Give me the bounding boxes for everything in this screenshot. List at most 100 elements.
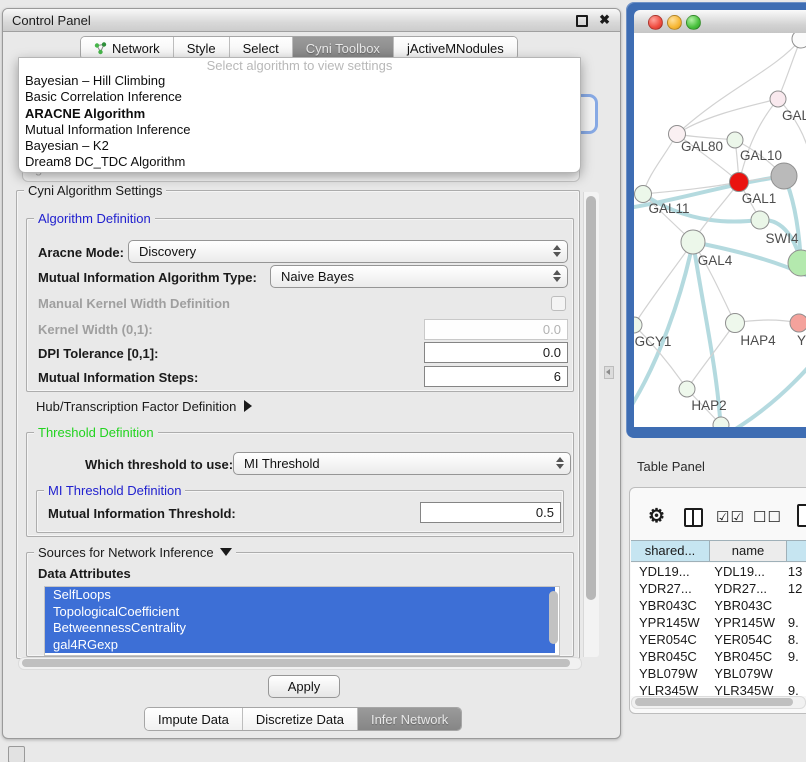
kernel-width-field[interactable]: 0.0: [424, 319, 568, 340]
float-window-icon[interactable]: [576, 15, 588, 27]
close-icon[interactable]: ✖: [599, 12, 610, 28]
bottom-tab-infer-network[interactable]: Infer Network: [358, 708, 461, 730]
dock-mini-icon[interactable]: [8, 746, 25, 762]
table-row[interactable]: YBR045CYBR045C9.: [631, 648, 806, 665]
network-node[interactable]: [771, 163, 797, 189]
table-hscrollbar-thumb[interactable]: [635, 698, 793, 706]
column-header-name[interactable]: name: [710, 540, 787, 562]
network-node[interactable]: [788, 250, 806, 276]
attribute-item-gal4rgexp[interactable]: gal4RGexp: [45, 637, 555, 654]
attribute-item-selfloops[interactable]: SelfLoops: [45, 587, 555, 604]
apply-button[interactable]: Apply: [268, 675, 340, 698]
aracne-mode-value: Discovery: [139, 244, 196, 259]
node-label-gal1: GAL1: [742, 191, 777, 206]
algorithm-option-bayesian-hill-climbing[interactable]: Bayesian – Hill Climbing: [19, 73, 580, 89]
mi-steps-label: Mutual Information Steps:: [38, 370, 198, 385]
column-header-partial[interactable]: [787, 540, 806, 562]
sources-toggle[interactable]: Sources for Network Inference: [34, 546, 236, 559]
node-label-gal11: GAL11: [648, 201, 689, 216]
table-cell: YBR043C: [706, 597, 780, 614]
network-node-gal1[interactable]: [730, 173, 749, 192]
network-node-swi4[interactable]: [751, 211, 769, 229]
network-node-gal4[interactable]: [681, 230, 705, 254]
threshold-definition-title: Threshold Definition: [34, 426, 158, 439]
mi-type-combo[interactable]: Naive Bayes: [270, 265, 568, 288]
settings-scrollbar[interactable]: [583, 192, 599, 657]
settings-hscrollbar-thumb[interactable]: [22, 659, 570, 667]
attributes-scrollbar-thumb[interactable]: [549, 591, 558, 644]
deselect-all-checkboxes-icon[interactable]: ☐☐: [753, 508, 782, 526]
node-label-gcy1: GCY1: [635, 334, 672, 349]
mi-steps-field[interactable]: 6: [424, 366, 568, 387]
table-row[interactable]: YBL079WYBL079W: [631, 665, 806, 682]
algorithm-definition-title: Algorithm Definition: [34, 212, 155, 225]
settings-hscrollbar[interactable]: [18, 657, 582, 670]
algorithm-option-mutual-information-inference[interactable]: Mutual Information Inference: [19, 122, 580, 138]
table-cell: 9.: [780, 682, 806, 696]
mi-type-value: Naive Bayes: [281, 269, 354, 284]
document-icon[interactable]: [797, 504, 806, 527]
attribute-item-betweennesscentrality[interactable]: BetweennessCentrality: [45, 620, 555, 637]
algorithm-option-bayesian-k2[interactable]: Bayesian – K2: [19, 138, 580, 154]
column-header-shared[interactable]: shared...: [631, 540, 710, 562]
network-node-hap4[interactable]: [726, 314, 745, 333]
algorithm-option-dream8-dc-tdc-algorithm[interactable]: Dream8 DC_TDC Algorithm: [19, 154, 580, 170]
tab-select[interactable]: Select: [230, 37, 293, 59]
table-row[interactable]: YLR345WYLR345W9.: [631, 682, 806, 696]
network-nodes: [634, 33, 806, 427]
minimize-traffic-light-icon[interactable]: [667, 15, 682, 30]
table-hscrollbar[interactable]: [631, 696, 806, 709]
table-cell: YDL19...: [631, 563, 706, 580]
attribute-item-topologicalcoefficient[interactable]: TopologicalCoefficient: [45, 604, 555, 621]
manual-kernel-checkbox[interactable]: [551, 296, 566, 311]
tab-style[interactable]: Style: [174, 37, 230, 59]
gear-icon[interactable]: ⚙: [648, 505, 665, 528]
network-node-hap2[interactable]: [679, 381, 695, 397]
close-traffic-light-icon[interactable]: [648, 15, 663, 30]
tab-label: Network: [112, 41, 160, 56]
hub-definition-toggle[interactable]: Hub/Transcription Factor Definition: [36, 399, 252, 414]
which-threshold-combo[interactable]: MI Threshold: [233, 452, 571, 475]
tab-jactivemnodules[interactable]: jActiveMNodules: [394, 37, 517, 59]
table-row[interactable]: YDR27...YDR27...12: [631, 580, 806, 597]
tab-network[interactable]: Network: [81, 37, 174, 59]
table-row[interactable]: YBR043CYBR043C: [631, 597, 806, 614]
table-row[interactable]: YPR145WYPR145W9.: [631, 614, 806, 631]
split-divider-handle[interactable]: [604, 366, 614, 379]
bottom-tab-impute-data[interactable]: Impute Data: [145, 708, 243, 730]
network-node-gal[interactable]: [770, 91, 786, 107]
network-canvas[interactable]: GALGAL80GAL10GAL1GAL11SWI4GAL4GCY1HAP4YH…: [634, 33, 806, 427]
select-all-checkboxes-icon[interactable]: ☑☑: [716, 508, 745, 526]
network-node-y[interactable]: [790, 314, 806, 332]
network-window[interactable]: GALGAL80GAL10GAL1GAL11SWI4GAL4GCY1HAP4YH…: [626, 2, 806, 438]
network-window-titlebar[interactable]: [634, 10, 806, 34]
network-node-gal10[interactable]: [727, 132, 743, 148]
aracne-mode-combo[interactable]: Discovery: [128, 240, 568, 263]
bottom-tabbar: Impute DataDiscretize Data Infer Network: [144, 707, 462, 731]
settings-scrollbar-thumb[interactable]: [586, 196, 596, 600]
tab-label: Infer Network: [371, 712, 448, 727]
network-node-gal11[interactable]: [635, 186, 652, 203]
network-node-gcy1[interactable]: [634, 317, 642, 333]
data-attributes-list[interactable]: SelfLoopsTopologicalCoefficientBetweenne…: [44, 586, 560, 656]
node-label-y: Y: [797, 333, 806, 348]
mi-threshold-field[interactable]: 0.5: [420, 502, 561, 523]
bottom-tab-discretize-data[interactable]: Discretize Data: [243, 708, 358, 730]
table-cell: 8.: [780, 631, 806, 648]
tab-cyni-toolbox[interactable]: Cyni Toolbox: [293, 37, 394, 59]
algorithm-option-basic-correlation-inference[interactable]: Basic Correlation Inference: [19, 89, 580, 105]
table-row[interactable]: YER054CYER054C8.: [631, 631, 806, 648]
dpi-tolerance-field[interactable]: 0.0: [424, 342, 568, 363]
table-cell: 9.: [780, 614, 806, 631]
split-columns-icon[interactable]: [684, 508, 703, 527]
zoom-traffic-light-icon[interactable]: [686, 15, 701, 30]
kernel-width-label: Kernel Width (0,1):: [38, 322, 153, 337]
table-cell: YPR145W: [631, 614, 706, 631]
network-graph: GALGAL80GAL10GAL1GAL11SWI4GAL4GCY1HAP4YH…: [634, 33, 806, 427]
table-row[interactable]: YDL19...YDL19...13: [631, 563, 806, 580]
collapsed-arrow-icon: [244, 400, 252, 412]
control-panel-titlebar[interactable]: Control Panel ✖: [3, 9, 620, 32]
data-attributes-label: Data Attributes: [38, 566, 131, 581]
algorithm-option-aracne-algorithm[interactable]: ARACNE Algorithm: [19, 106, 580, 122]
combo-spinner-icon: [553, 244, 560, 258]
